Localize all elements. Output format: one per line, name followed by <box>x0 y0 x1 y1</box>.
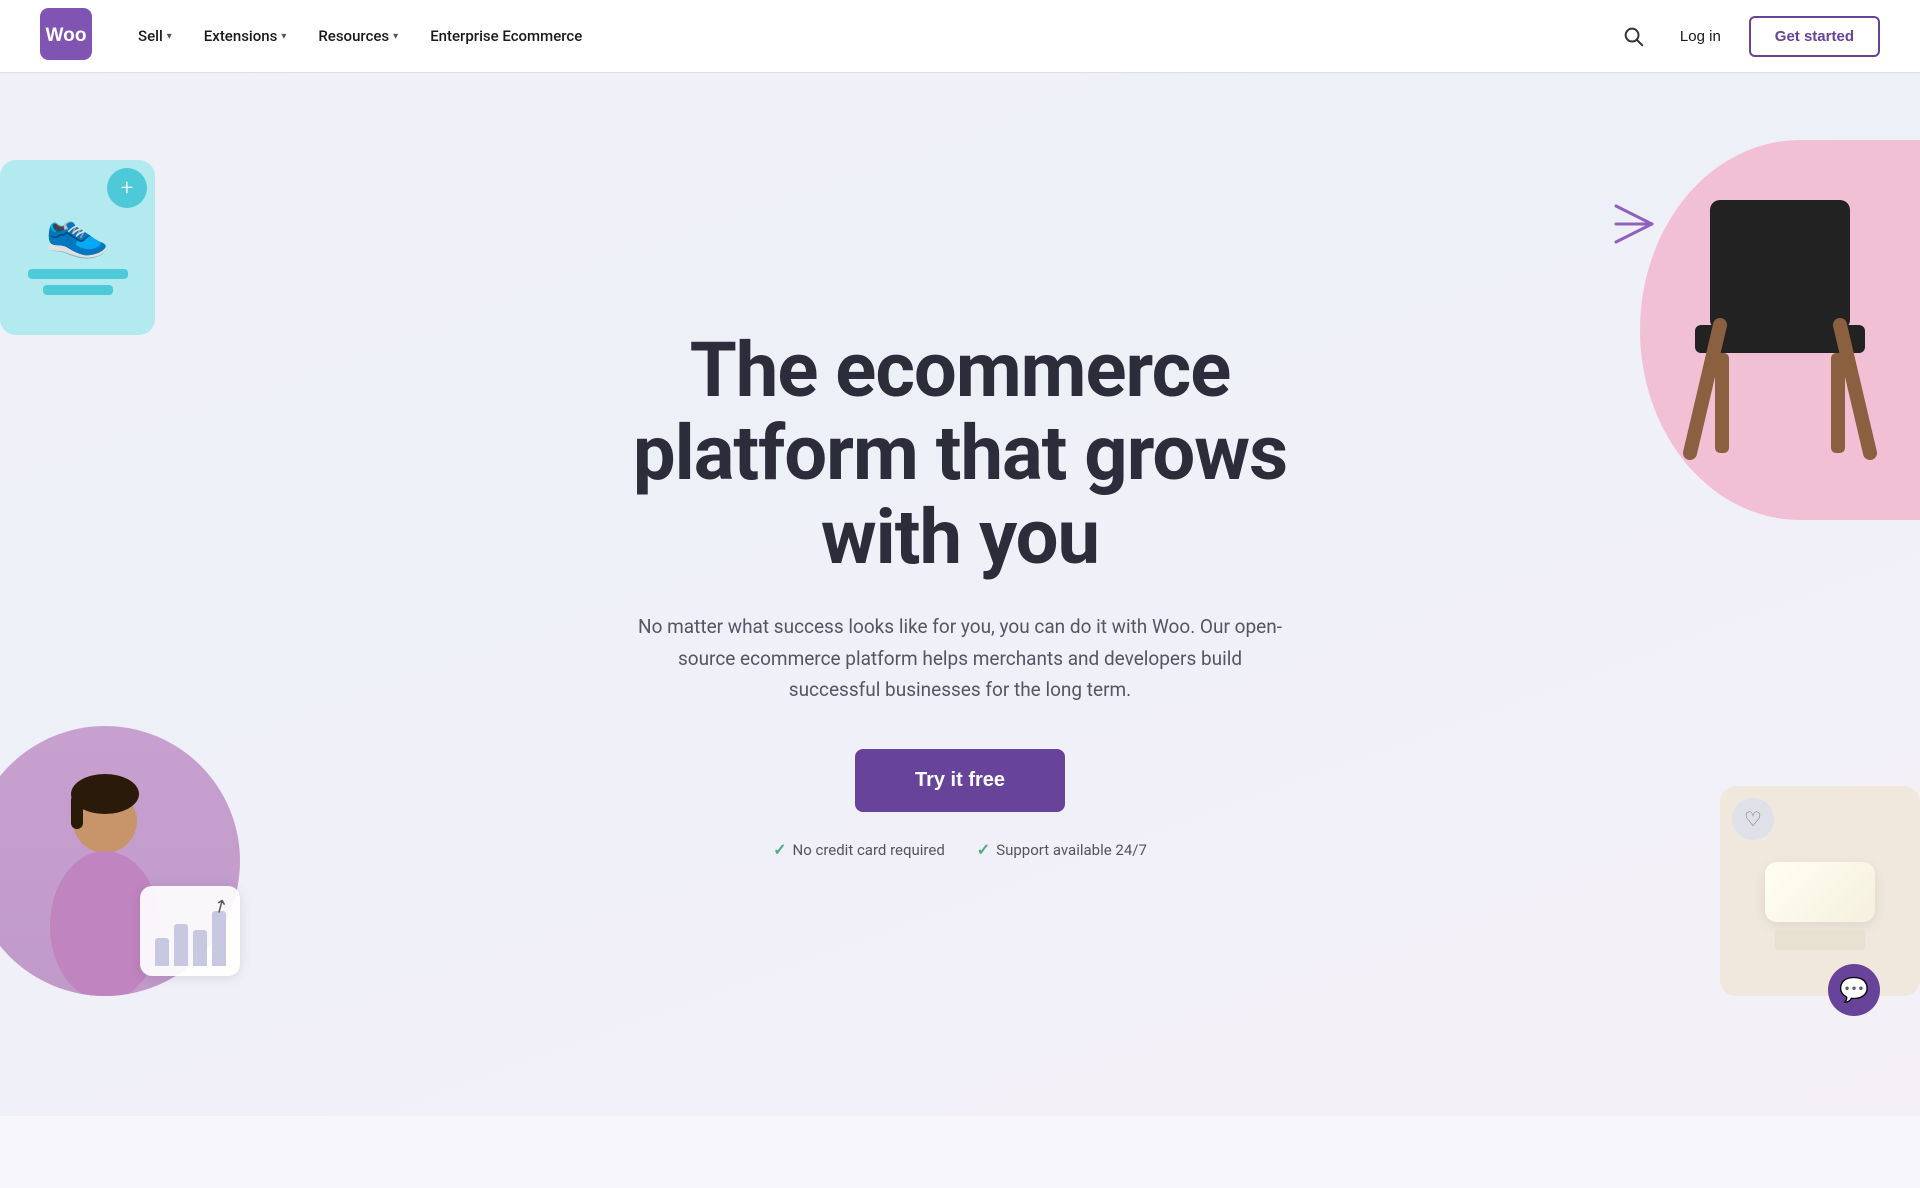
send-icon <box>1610 200 1658 252</box>
sell-chevron-icon: ▾ <box>167 31 172 42</box>
chart-bar-3 <box>193 930 207 966</box>
nav-sell[interactable]: Sell ▾ <box>124 19 186 53</box>
get-started-button[interactable]: Get started <box>1749 16 1880 57</box>
chart-bar-2 <box>174 924 188 966</box>
check-no-credit-card: ✓ No credit card required <box>773 840 945 859</box>
hero-subtitle: No matter what success looks like for yo… <box>630 611 1290 705</box>
hero-section: + 👟 ↗ The ecommerce <box>0 0 1920 1116</box>
login-button[interactable]: Log in <box>1668 20 1733 53</box>
nav-extensions[interactable]: Extensions ▾ <box>190 19 301 53</box>
checkmark-icon-1: ✓ <box>773 840 786 859</box>
extensions-chevron-icon: ▾ <box>281 31 286 42</box>
chair-decoration <box>1600 140 1920 540</box>
soap-cloth <box>1775 930 1865 950</box>
check-support: ✓ Support available 24/7 <box>977 840 1147 859</box>
chart-bar-1 <box>155 938 169 966</box>
hero-checks: ✓ No credit card required ✓ Support avai… <box>630 840 1290 859</box>
checkmark-icon-2: ✓ <box>977 840 990 859</box>
shoe-image: 👟 <box>45 200 110 261</box>
add-icon: + <box>107 168 147 208</box>
soap-image <box>1765 862 1875 922</box>
nav-links: Sell ▾ Extensions ▾ Resources ▾ Enterpri… <box>124 19 1614 53</box>
search-button[interactable] <box>1614 17 1652 55</box>
nav-enterprise[interactable]: Enterprise Ecommerce <box>416 19 596 53</box>
shoe-product-card: + 👟 <box>0 160 155 335</box>
hero-title: The ecommerce platform that grows with y… <box>630 329 1290 580</box>
navigation: Woo Sell ▾ Extensions ▾ Resources ▾ Ente… <box>0 0 1920 72</box>
nav-resources[interactable]: Resources ▾ <box>304 19 412 53</box>
svg-text:Woo: Woo <box>46 25 87 46</box>
product-bar-1 <box>28 269 128 279</box>
chair-image <box>1650 170 1910 494</box>
product-bar-2 <box>43 285 113 295</box>
search-icon <box>1622 25 1644 47</box>
chat-icon: 💬 <box>1839 976 1869 1004</box>
try-free-button[interactable]: Try it free <box>855 749 1065 812</box>
soap-product-card: ♡ <box>1720 786 1920 996</box>
chart-card: ↗ <box>140 886 240 976</box>
chat-button[interactable]: 💬 <box>1828 964 1880 1016</box>
woo-logo[interactable]: Woo <box>40 8 124 64</box>
heart-icon: ♡ <box>1732 798 1774 840</box>
hero-content: The ecommerce platform that grows with y… <box>630 329 1290 860</box>
nav-right: Log in Get started <box>1614 16 1880 57</box>
resources-chevron-icon: ▾ <box>393 31 398 42</box>
